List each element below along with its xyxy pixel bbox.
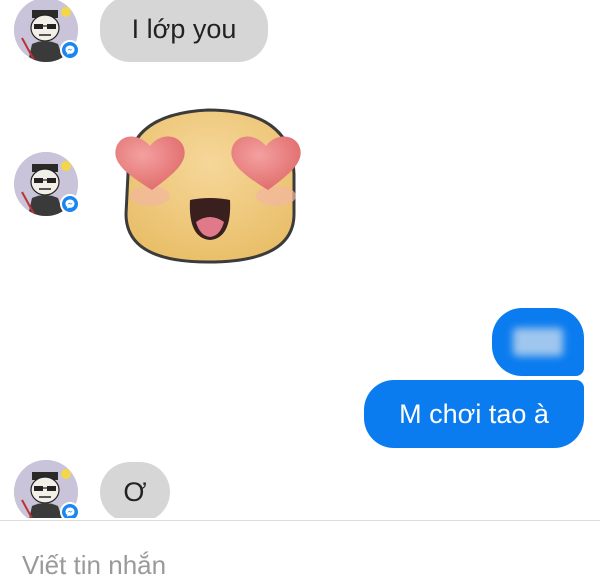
outgoing-message-bubble[interactable]	[492, 308, 584, 376]
redacted-text	[513, 328, 563, 356]
message-text: I lớp you	[131, 13, 237, 44]
messenger-icon	[60, 502, 80, 518]
messenger-icon	[60, 40, 80, 60]
message-thread: I lớp you M chơi tao à Ơ	[0, 0, 600, 518]
contact-avatar[interactable]	[14, 0, 80, 62]
message-composer	[0, 521, 600, 586]
outgoing-message-bubble[interactable]: M chơi tao à	[364, 380, 584, 448]
message-text: Ơ	[123, 476, 147, 507]
heart-eyes-emoji[interactable]	[108, 104, 314, 266]
message-input[interactable]	[22, 547, 582, 583]
incoming-message-bubble[interactable]: Ơ	[100, 462, 170, 518]
contact-avatar[interactable]	[14, 152, 80, 216]
incoming-message-bubble[interactable]: I lớp you	[100, 0, 268, 62]
messenger-icon	[60, 194, 80, 214]
message-text: M chơi tao à	[399, 398, 549, 429]
contact-avatar[interactable]	[14, 460, 80, 518]
